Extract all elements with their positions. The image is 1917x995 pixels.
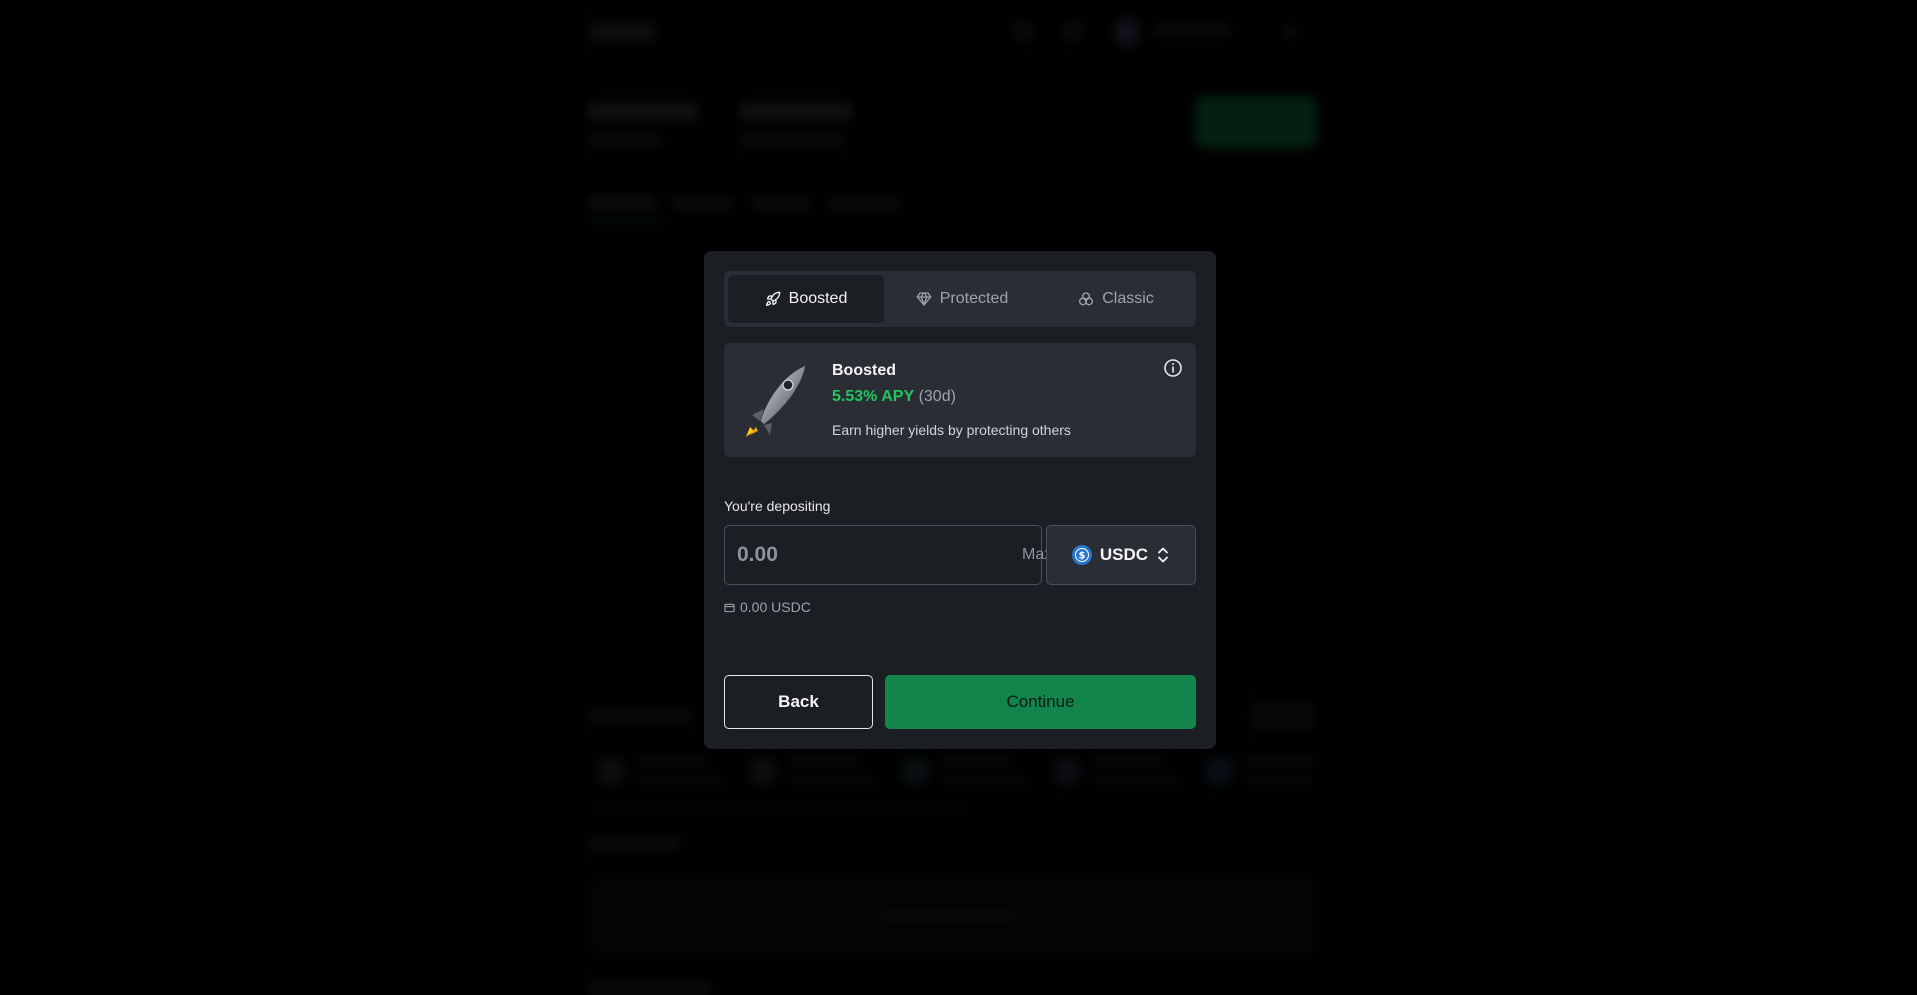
chevron-up-down-icon [1158,547,1168,563]
tab-protected[interactable]: Protected [886,275,1038,323]
rocket-illustration-icon [746,364,807,437]
tab-label: Boosted [788,290,848,307]
wallet-balance: 0.00 USDC [724,599,1196,615]
tab-label: Classic [1102,290,1154,307]
app-page: Boosted Protected Classic Boosted 5.53% … [0,0,1917,995]
continue-button[interactable]: Continue [885,675,1196,729]
back-button[interactable]: Back [724,675,873,729]
tab-label: Protected [939,290,1009,307]
token-select[interactable]: $ USDC [1046,525,1196,585]
svg-text:$: $ [1078,551,1085,562]
token-symbol: USDC [1099,545,1149,564]
balance-text: 0.00 USDC [740,599,811,615]
vault-info-card: Boosted 5.53% APY (30d) Earn higher yiel… [724,343,1196,457]
apy-value: 5.53% APY [832,388,915,405]
info-icon[interactable] [1162,357,1184,379]
vault-type-tabs: Boosted Protected Classic [724,271,1196,327]
deposit-row: Max $ USDC [724,525,1196,585]
tab-classic[interactable]: Classic [1040,275,1192,323]
card-description: Earn higher yields by protecting others [832,422,1071,438]
usdc-icon: $ [1071,545,1092,565]
wallet-icon [724,603,735,612]
card-title: Boosted [832,362,896,379]
diamond-icon [916,291,932,307]
amount-input[interactable] [737,543,1022,567]
tab-boosted[interactable]: Boosted [728,275,884,323]
apy-line: 5.53% APY (30d) [832,387,1176,407]
apy-period: (30d) [918,388,956,405]
amount-field: Max [724,525,1052,585]
modal-actions: Back Continue [724,675,1196,729]
deposit-label: You're depositing [724,498,831,514]
triple-circles-icon [1078,291,1094,307]
rocket-icon [765,291,781,307]
deposit-modal: Boosted Protected Classic Boosted 5.53% … [704,251,1216,749]
